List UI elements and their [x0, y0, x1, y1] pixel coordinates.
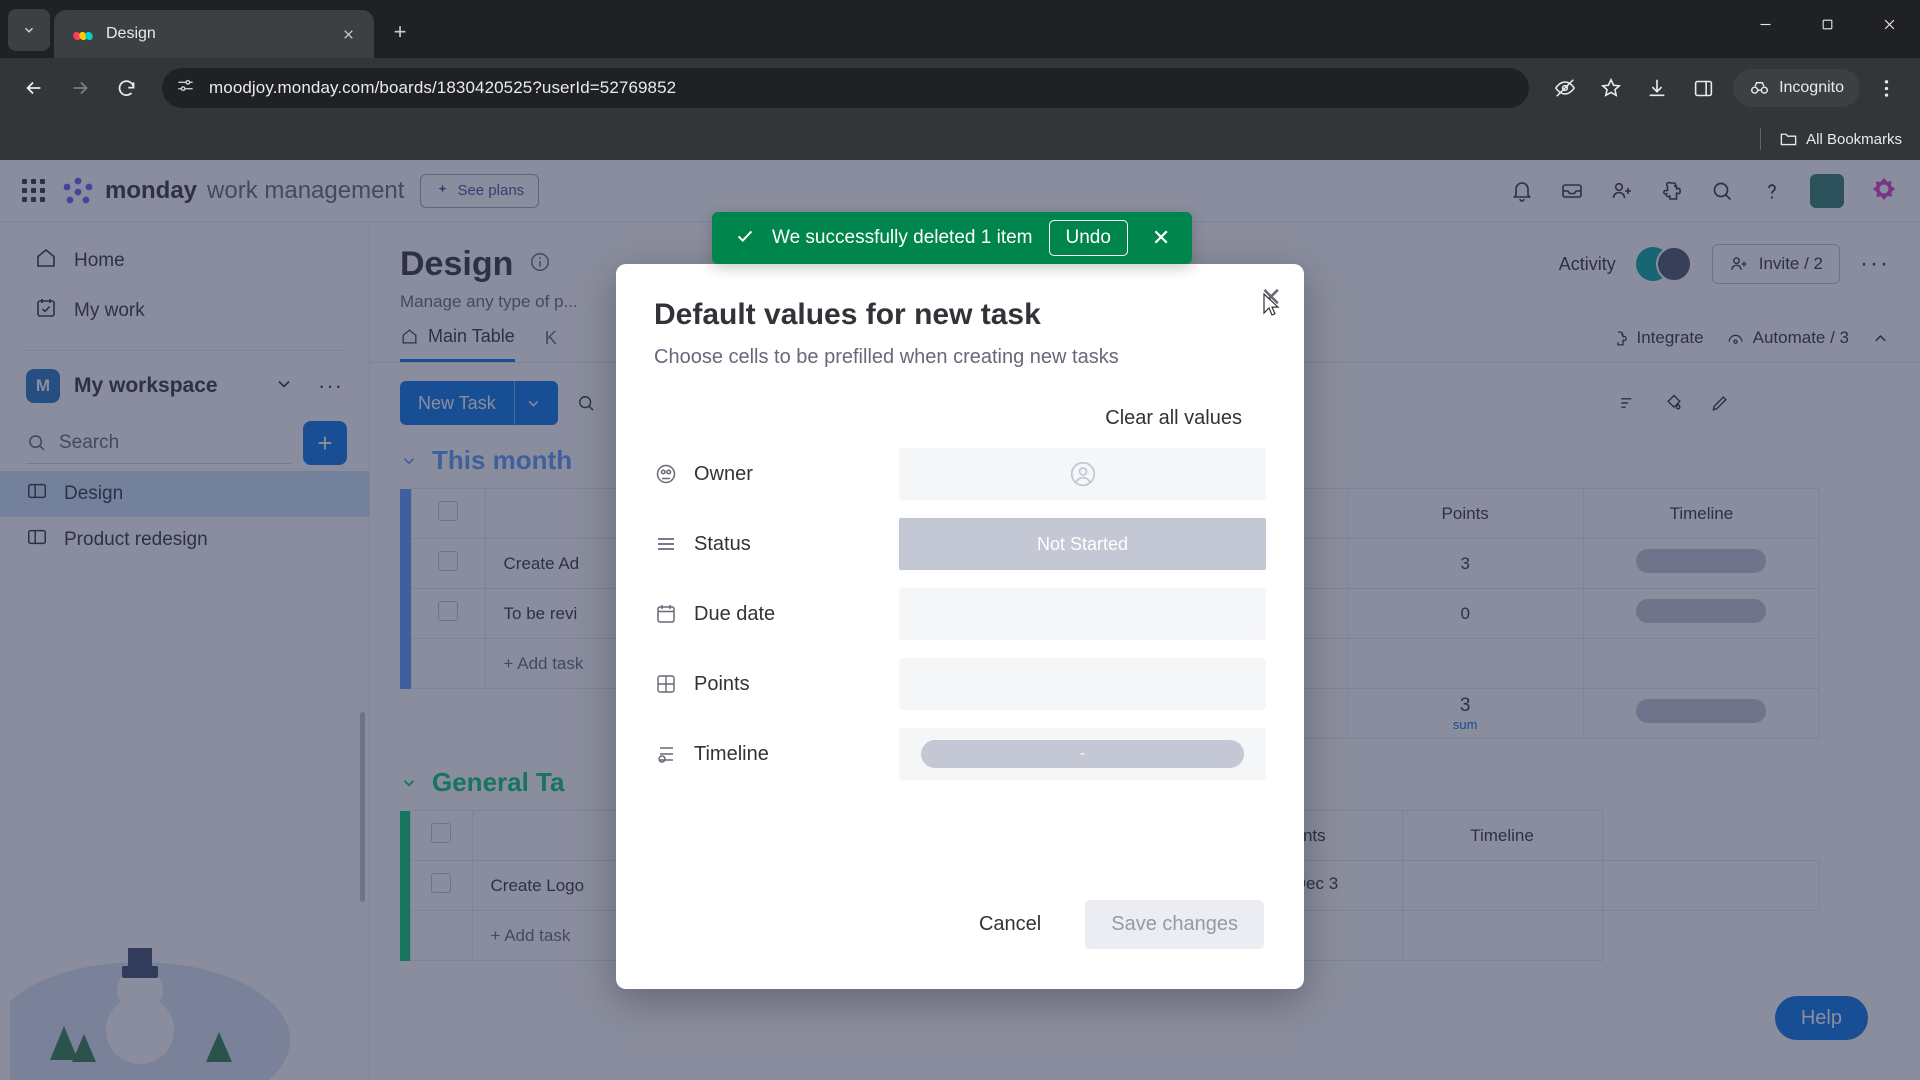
toast-message: We successfully deleted 1 item [772, 227, 1033, 248]
side-panel-icon[interactable] [1683, 68, 1723, 108]
person-placeholder-icon [1070, 461, 1095, 487]
hide-password-icon[interactable] [1545, 68, 1585, 108]
tab-title: Design [106, 25, 156, 42]
check-icon [734, 225, 756, 252]
field-label-text: Timeline [694, 742, 769, 765]
browser-tabstrip: Design + [0, 0, 1920, 58]
bookmarks-divider [1760, 128, 1762, 150]
clear-all-values-button[interactable]: Clear all values [654, 407, 1266, 430]
field-label-status: Status [654, 532, 899, 556]
bookmark-star-icon[interactable] [1591, 68, 1631, 108]
field-row-due-date: Due date [654, 588, 1266, 640]
incognito-indicator[interactable]: Incognito [1733, 69, 1860, 107]
field-row-timeline: Timeline - [654, 728, 1266, 780]
default-values-modal: ✕ Default values for new task Choose cel… [616, 264, 1304, 989]
field-label-owner: Owner [654, 462, 899, 486]
field-value-due-date[interactable] [899, 588, 1266, 640]
window-controls [1734, 0, 1920, 48]
field-value-owner[interactable] [899, 448, 1266, 500]
close-tab-icon[interactable] [334, 20, 362, 48]
incognito-label: Incognito [1779, 79, 1844, 96]
numbers-icon [657, 675, 675, 693]
browser-toolbar: moodjoy.monday.com/boards/1830420525?use… [0, 58, 1920, 118]
calendar-icon [657, 605, 675, 623]
field-row-status: Status Not Started [654, 518, 1266, 570]
timeline-icon [658, 747, 673, 763]
all-bookmarks-label: All Bookmarks [1806, 130, 1902, 148]
field-row-points: Points [654, 658, 1266, 710]
field-value-points[interactable] [899, 658, 1266, 710]
status-icon [658, 538, 674, 550]
modal-title: Default values for new task [654, 298, 1041, 331]
field-row-owner: Owner [654, 448, 1266, 500]
chrome-menu-icon[interactable] [1866, 68, 1906, 108]
bookmarks-bar: All Bookmarks [0, 118, 1920, 160]
status-chip: Not Started [899, 518, 1266, 570]
site-settings-icon[interactable] [176, 76, 195, 100]
cancel-button[interactable]: Cancel [961, 903, 1059, 946]
field-label-due-date: Due date [654, 602, 899, 626]
new-tab-button[interactable]: + [386, 18, 414, 46]
field-label-text: Status [694, 532, 751, 555]
minimize-button[interactable] [1734, 0, 1796, 48]
field-label-timeline: Timeline [654, 742, 899, 766]
reload-icon[interactable] [106, 68, 146, 108]
undo-button[interactable]: Undo [1048, 220, 1128, 256]
toast-notification: We successfully deleted 1 item Undo ✕ [712, 212, 1193, 264]
url-text: moodjoy.monday.com/boards/1830420525?use… [209, 78, 677, 97]
address-bar[interactable]: moodjoy.monday.com/boards/1830420525?use… [162, 68, 1530, 108]
field-label-text: Due date [694, 602, 776, 625]
field-label-points: Points [654, 672, 899, 696]
monday-logo-icon [72, 23, 94, 45]
modal-subtitle: Choose cells to be prefilled when creati… [654, 346, 1119, 368]
close-window-button[interactable] [1858, 0, 1920, 48]
back-icon[interactable] [14, 68, 54, 108]
forward-icon[interactable] [60, 68, 100, 108]
all-bookmarks-button[interactable]: All Bookmarks [1779, 131, 1902, 148]
save-changes-button[interactable]: Save changes [1085, 900, 1264, 949]
field-label-text: Points [694, 672, 750, 695]
maximize-button[interactable] [1796, 0, 1858, 48]
mouse-cursor [1263, 293, 1280, 316]
browser-tab[interactable]: Design [54, 10, 374, 58]
modal-footer: Cancel Save changes [616, 900, 1304, 949]
field-value-status[interactable]: Not Started [899, 518, 1266, 570]
tab-search-button[interactable] [8, 9, 50, 51]
downloads-icon[interactable] [1637, 68, 1677, 108]
field-value-timeline[interactable]: - [899, 728, 1266, 780]
toast-close-icon[interactable]: ✕ [1144, 225, 1178, 251]
people-icon [656, 464, 676, 484]
timeline-pill: - [921, 740, 1244, 768]
field-label-text: Owner [694, 462, 753, 485]
